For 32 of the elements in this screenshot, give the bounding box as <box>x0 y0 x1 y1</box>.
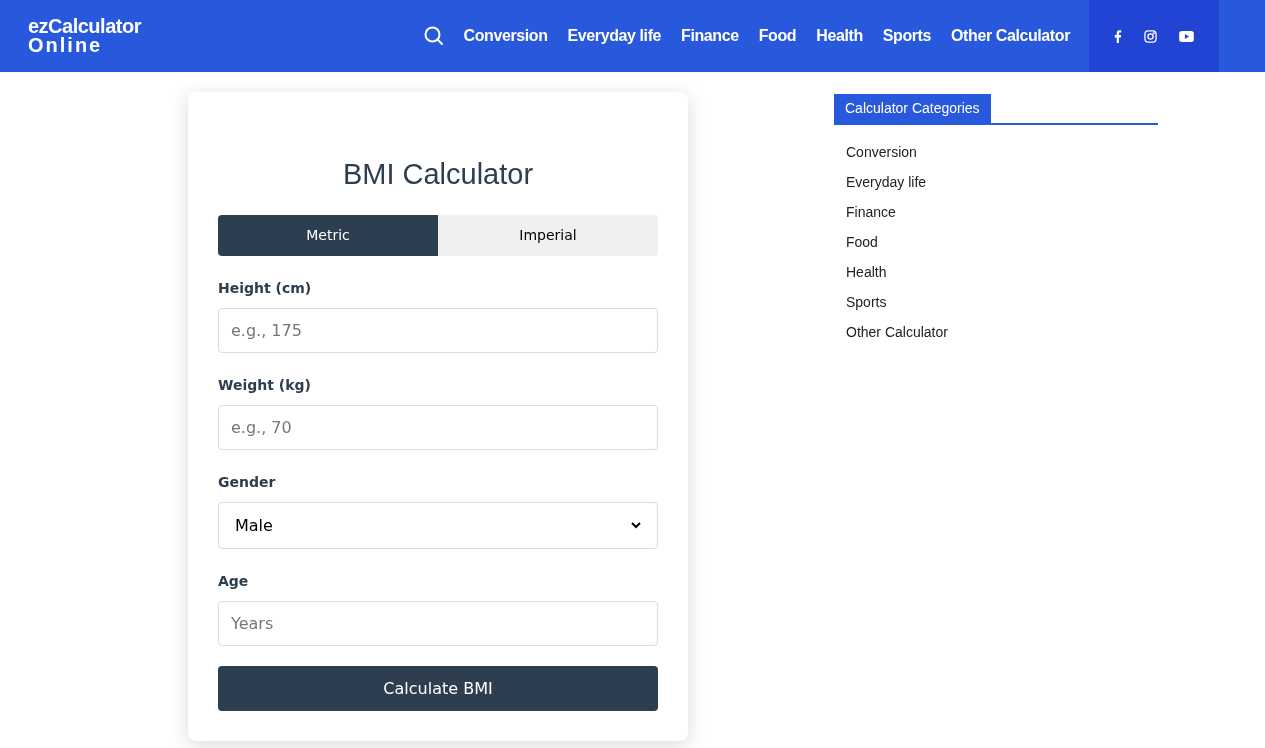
input-field[interactable]: e.g., 70 <box>218 405 658 450</box>
chevron-down-icon <box>631 522 641 529</box>
field-label: Age <box>218 572 250 591</box>
nav-link[interactable]: Conversion <box>463 24 548 48</box>
site-logo[interactable]: ezCalculator Online <box>28 17 141 55</box>
nav-link[interactable]: Health <box>816 24 863 48</box>
category-link[interactable]: Finance <box>846 203 1158 222</box>
nav-link[interactable]: Sports <box>882 24 932 48</box>
field-label: Weight (kg) <box>218 376 312 395</box>
category-link[interactable]: Food <box>846 233 1158 252</box>
category-link[interactable]: Sports <box>846 293 1158 312</box>
nav-link[interactable]: Everyday life <box>567 24 662 48</box>
search-icon[interactable] <box>423 26 444 46</box>
field-label: Gender <box>218 473 277 492</box>
sidebar-heading: Calculator Categories <box>834 94 991 123</box>
facebook-icon[interactable] <box>1114 29 1122 43</box>
instagram-icon[interactable] <box>1144 29 1157 43</box>
category-link[interactable]: Other Calculator <box>846 323 1158 342</box>
category-link[interactable]: Everyday life <box>846 173 1158 192</box>
calculator-title: BMI Calculator <box>341 157 535 192</box>
input-field[interactable]: Years <box>218 601 658 646</box>
calculate-button[interactable]: Calculate BMI <box>218 666 658 711</box>
video-play-icon[interactable] <box>1179 30 1194 42</box>
gender-select[interactable]: Male <box>218 502 658 549</box>
field-label: Height (cm) <box>218 279 313 298</box>
input-field[interactable]: e.g., 175 <box>218 308 658 353</box>
nav-link[interactable]: Food <box>758 24 797 48</box>
category-link[interactable]: Health <box>846 263 1158 282</box>
nav-link[interactable]: Finance <box>681 24 739 48</box>
nav-link[interactable]: Other Calculator <box>951 24 1070 48</box>
unit-tab[interactable]: Metric <box>218 215 438 256</box>
category-link[interactable]: Conversion <box>846 143 1158 162</box>
